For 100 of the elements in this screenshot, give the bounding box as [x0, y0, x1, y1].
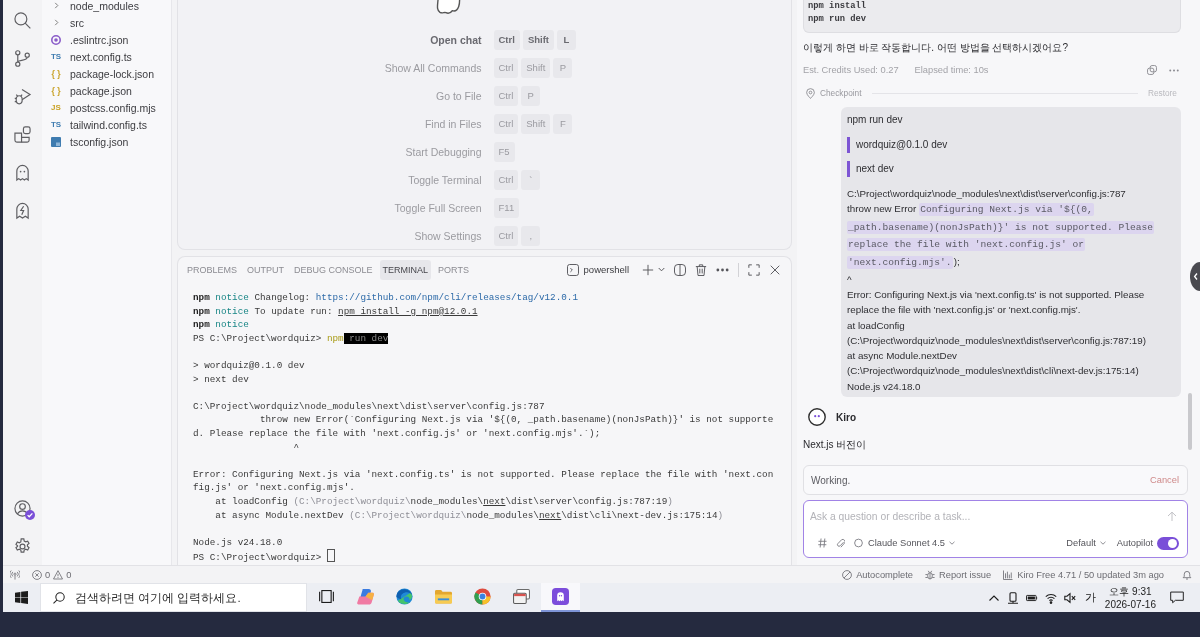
inline-code: _path.basename)(nonJsPath)}' is not supported. Please — [847, 220, 1155, 234]
maximize-icon[interactable] — [748, 263, 760, 276]
message-text: ); — [953, 256, 960, 268]
source-control-icon[interactable] — [14, 49, 31, 67]
keyboard-key: F11 — [493, 198, 520, 218]
status-item[interactable]: Kiro Free 4.71 / 50 updated 3m ago — [1003, 569, 1164, 580]
terminal-line: throw new Error(`Configuring Next.js via '${(0, _path.basename)(nonJsPath)}' is not supporte — [258, 413, 775, 427]
date-text[interactable]: 2026-07-16 — [1104, 597, 1156, 611]
warning-icon — [53, 569, 64, 580]
terminal-line: PS C:\Project\wordquiz> npm run dev — [193, 331, 390, 346]
status-item[interactable]: Report issue — [925, 569, 992, 580]
file-name[interactable]: tailwind.config.ts — [70, 118, 148, 131]
search-field[interactable]: 검색하려면 여기에 입력하세요. — [40, 583, 307, 612]
panel-tab[interactable]: TERMINAL — [379, 259, 432, 280]
close-icon[interactable] — [769, 263, 781, 276]
paperclip-icon[interactable] — [836, 538, 845, 548]
panel-tab[interactable]: OUTPUT — [244, 259, 287, 280]
ghost-icon[interactable] — [14, 163, 31, 181]
notification-icon[interactable] — [1170, 591, 1184, 604]
file-name[interactable]: next.config.ts — [70, 50, 132, 63]
ime-indicator[interactable]: 가 — [1084, 590, 1096, 605]
device-icon[interactable] — [1006, 591, 1019, 604]
code-line: npm install — [808, 0, 868, 13]
ring-dot-icon — [51, 34, 61, 45]
plus-icon[interactable] — [642, 263, 654, 276]
settings-icon[interactable] — [14, 537, 31, 555]
mode-selector[interactable]: Default — [1066, 538, 1106, 548]
extensions-icon[interactable] — [14, 125, 31, 143]
bug-play-icon[interactable] — [14, 87, 31, 105]
prohibited-icon — [842, 569, 853, 580]
circle-icon[interactable] — [854, 538, 863, 548]
problems-status[interactable]: 0 0 — [32, 569, 72, 580]
terminal-icon — [566, 263, 579, 276]
message-text: at loadConfig (C:\Project\wordquiz\node_modules\next\dist\server\config.js:787:19) — [847, 318, 1147, 348]
autopilot-toggle[interactable] — [1157, 536, 1179, 550]
keyboard-key: Ctrl — [493, 58, 519, 78]
chevron-down-icon — [949, 541, 956, 545]
keyboard-key: P — [521, 86, 541, 106]
terminal-line: > wordquiz@0.1.0 dev — [193, 358, 306, 373]
error-icon — [32, 569, 42, 580]
hash-icon[interactable] — [818, 538, 827, 548]
keyboard-key: Ctrl — [493, 226, 519, 246]
search-input[interactable]: 검색하려면 여기에 입력하세요. — [75, 591, 306, 604]
panel-tab[interactable]: PORTS — [435, 259, 472, 280]
location-pin-icon — [806, 87, 815, 99]
keyboard-key: Ctrl — [493, 170, 519, 190]
file-name[interactable]: .eslintrc.json — [70, 33, 129, 46]
message-text: ^ — [847, 272, 853, 287]
taskbar-app[interactable] — [541, 583, 580, 612]
mute-icon[interactable] — [1063, 591, 1076, 604]
file-name[interactable]: package.json — [70, 84, 132, 97]
more-icon[interactable] — [716, 267, 729, 272]
ghost-bolt-icon[interactable] — [14, 201, 31, 219]
terminal-line: npm notice Changelog: https://github.com/npm/cli/releases/tag/v12.0.1 — [193, 291, 579, 305]
time-text[interactable]: 오후 9:31 — [1109, 584, 1152, 598]
scrollbar-thumb[interactable] — [1188, 393, 1192, 450]
keyboard-key: Shift — [521, 114, 551, 134]
file-name[interactable]: tsconfig.json — [70, 135, 129, 148]
message-text: throw new Error — [847, 203, 917, 215]
avatar-face-icon — [808, 408, 826, 427]
chat-composer[interactable]: Ask a question or describe a task... Claude Sonnet 4.5 Default Autopilot — [803, 500, 1188, 558]
broadcast-icon[interactable] — [10, 569, 20, 580]
autopilot-label: Autopilot — [1116, 538, 1153, 548]
braces-file-icon: { } — [51, 85, 61, 96]
wifi-icon[interactable] — [1044, 591, 1057, 604]
terminal-line: Node.js v24.18.0 — [193, 535, 284, 550]
keyboard-key: Ctrl — [493, 86, 519, 106]
terminal-selector[interactable]: powershell — [566, 263, 629, 276]
message-text: npm run dev — [847, 113, 904, 127]
keyboard-key: Shift — [522, 30, 554, 50]
terminal-link[interactable]: https://github.com/npm/cli/releases/tag/v12.0.1 — [315, 292, 578, 303]
account-icon[interactable] — [14, 499, 31, 517]
bell-icon[interactable] — [1182, 569, 1192, 580]
split-icon[interactable] — [674, 263, 686, 276]
ts-file-icon: TS — [50, 51, 62, 62]
braces-file-icon: { } — [51, 68, 61, 79]
copy-icon[interactable] — [1147, 65, 1157, 75]
terminal-line: ^ — [292, 440, 300, 455]
folder-name[interactable]: node_modules — [70, 0, 139, 12]
keyboard-key: L — [557, 30, 576, 50]
chevron-handle-icon[interactable] — [1190, 262, 1200, 291]
js-file-icon: JS — [51, 102, 61, 113]
folder-name[interactable]: src — [70, 16, 84, 29]
chevron-down-icon — [1099, 541, 1106, 545]
bug-icon — [925, 569, 935, 580]
model-selector[interactable]: Claude Sonnet 4.5 — [868, 538, 956, 548]
swirl-icon — [357, 588, 374, 605]
quote-text: wordquiz@0.1.0 dev — [847, 137, 948, 153]
more-icon[interactable] — [1169, 68, 1179, 72]
inline-code: 'next.config.mjs'. — [847, 256, 953, 270]
panel-tab[interactable]: DEBUG CONSOLE — [291, 259, 376, 280]
message-input[interactable]: Ask a question or describe a task... — [810, 508, 1167, 524]
file-name[interactable]: postcss.config.mjs — [70, 101, 156, 114]
status-item[interactable]: Autocomplete — [842, 569, 913, 580]
chevron-down-icon[interactable] — [658, 267, 665, 272]
shortcut-label[interactable]: Open chat — [430, 34, 482, 46]
search-icon[interactable] — [14, 11, 31, 29]
panel-tab[interactable]: PROBLEMS — [184, 259, 240, 280]
trash-icon[interactable] — [695, 263, 707, 276]
file-name[interactable]: package-lock.json — [70, 67, 155, 80]
